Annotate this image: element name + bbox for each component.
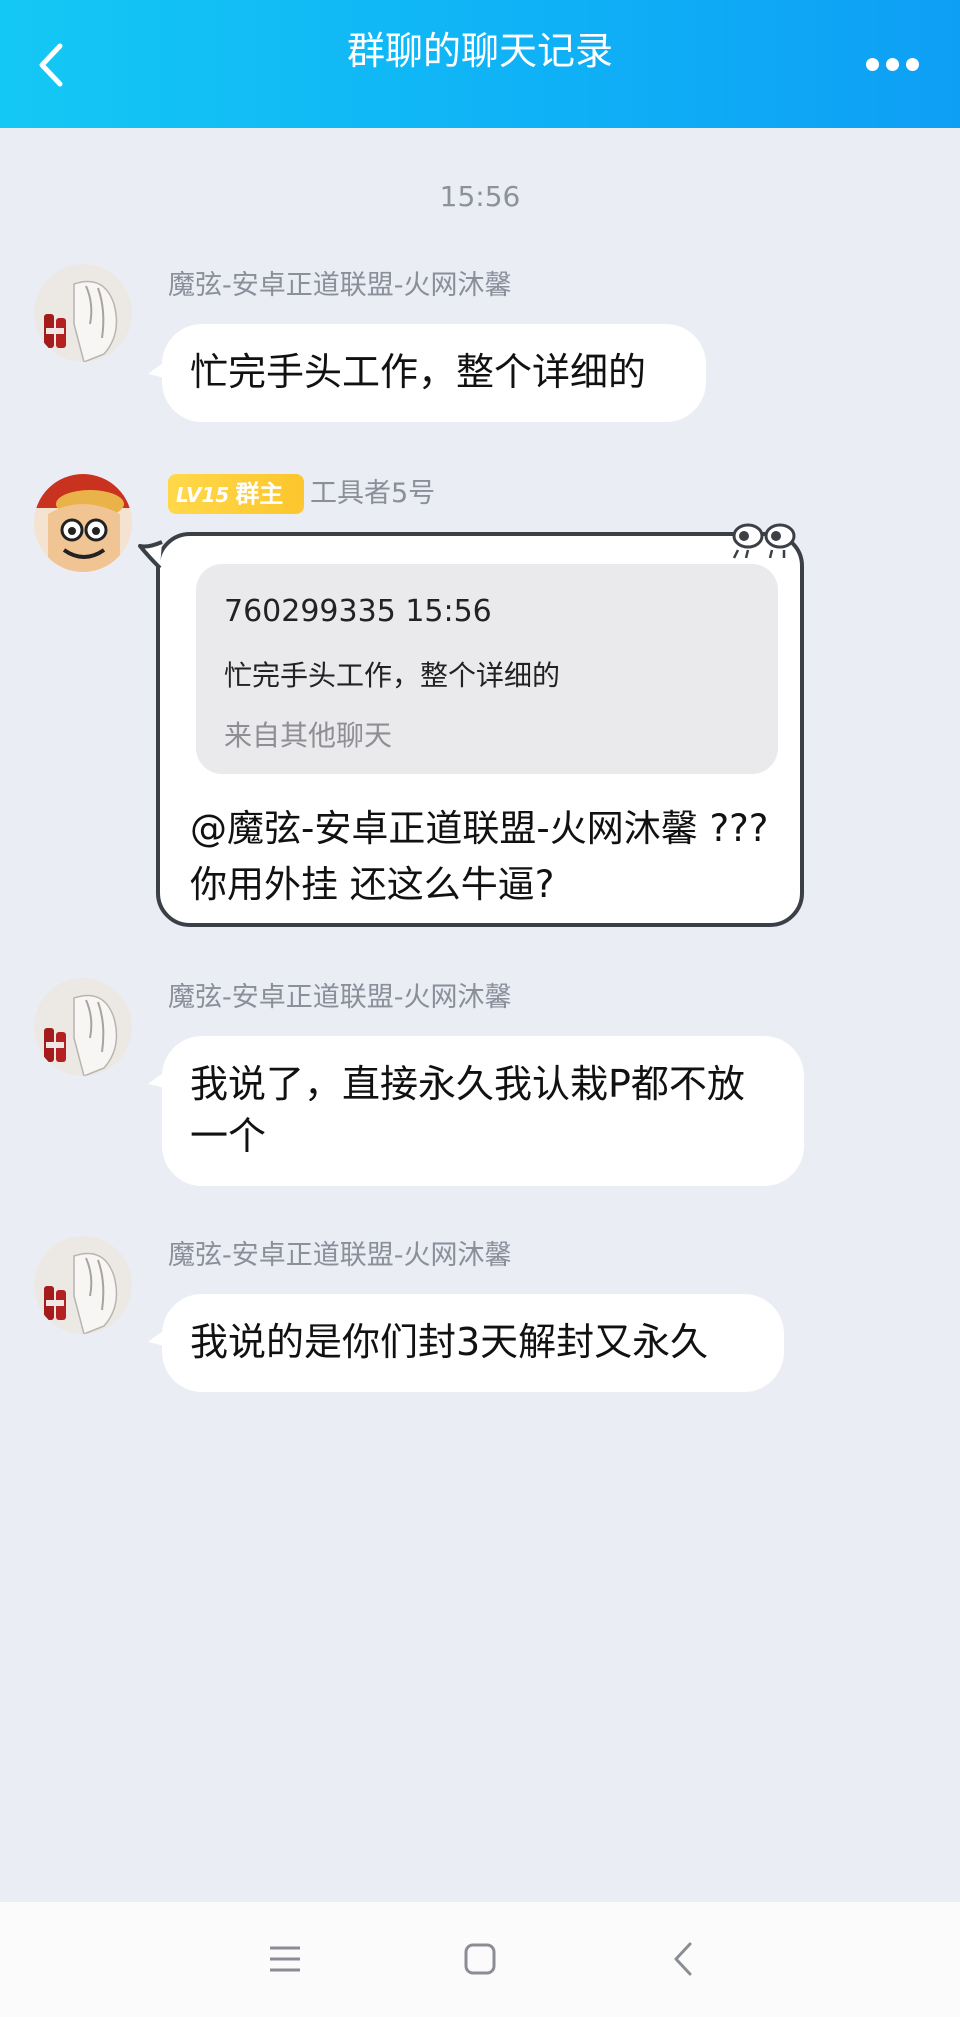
quote-text: 忙完手头工作，整个详细的 — [224, 659, 561, 692]
home-button[interactable] — [458, 1938, 502, 1982]
bubble-tail — [148, 356, 174, 382]
avatar[interactable] — [34, 264, 132, 362]
quoted-message[interactable]: 760299335 15:56 忙完手头工作，整个详细的 来自其他聊天 — [196, 564, 778, 774]
badge-role: 群主 — [235, 480, 284, 508]
sender-name: 魔弦-安卓正道联盟-火网沐馨 — [168, 270, 512, 301]
system-navigation-bar — [0, 1902, 960, 2017]
top-bar: 群聊的聊天记录 — [0, 0, 960, 128]
menu-button[interactable] — [264, 1938, 308, 1982]
more-dot — [906, 58, 919, 71]
avatar[interactable] — [34, 978, 132, 1076]
message-bubble[interactable]: 我说了，直接永久我认栽P都不放一个 — [162, 1036, 804, 1186]
more-dot — [886, 58, 899, 71]
menu-icon — [270, 1946, 300, 1972]
quote-meta: 760299335 15:56 — [224, 594, 492, 629]
group-owner-badge: LV15 群主 — [168, 474, 304, 514]
bubble-tail — [148, 1324, 174, 1350]
more-dots-icon — [866, 58, 879, 71]
message-bubble[interactable]: 忙完手头工作，整个详细的 — [162, 324, 706, 422]
more-button[interactable] — [862, 52, 922, 76]
badge-level: LV15 — [176, 483, 230, 507]
avatar[interactable] — [34, 474, 132, 572]
bubble-tail — [138, 540, 163, 570]
eyes-decoration-icon — [732, 523, 796, 559]
message-bubble[interactable]: 我说的是你们封3天解封又永久 — [162, 1294, 784, 1392]
home-square-icon — [464, 1943, 496, 1975]
bubble-tail — [148, 1066, 174, 1092]
chat-timestamp: 15:56 — [439, 180, 521, 213]
sender-name: 魔弦-安卓正道联盟-火网沐馨 — [168, 1240, 512, 1271]
message-text: @魔弦-安卓正道联盟-火网沐馨 ??? 你用外挂 还这么牛逼? — [190, 807, 769, 906]
sender-name: 工具者5号 — [310, 478, 436, 509]
avatar[interactable] — [34, 1236, 132, 1334]
quote-source: 来自其他聊天 — [224, 719, 393, 752]
sender-name: 魔弦-安卓正道联盟-火网沐馨 — [168, 982, 512, 1013]
system-back-button[interactable] — [662, 1938, 706, 1982]
page-title: 群聊的聊天记录 — [346, 29, 613, 73]
reply-bubble[interactable]: 760299335 15:56 忙完手头工作，整个详细的 来自其他聊天 @魔弦-… — [156, 532, 804, 927]
back-triangle-icon — [674, 1942, 692, 1976]
